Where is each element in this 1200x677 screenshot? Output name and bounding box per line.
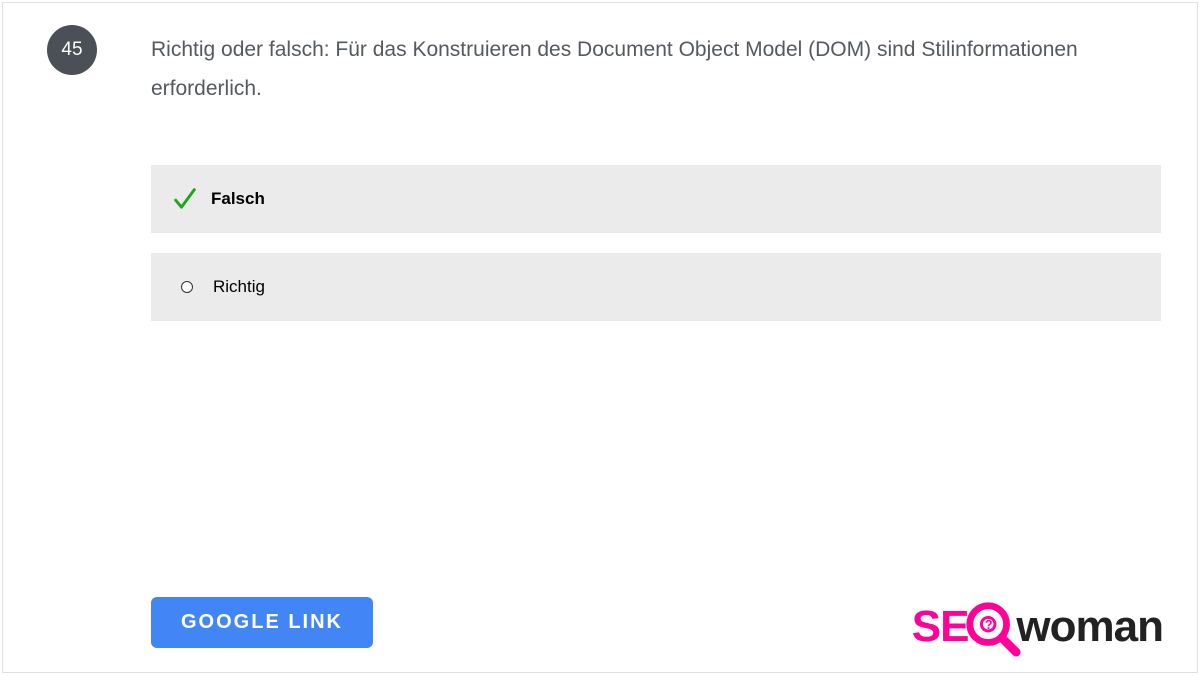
svg-text:?: ? [985, 618, 992, 632]
answer-option-richtig[interactable]: Richtig [151, 253, 1161, 321]
checkmark-icon [171, 185, 199, 213]
quiz-container: 45 Richtig oder falsch: Für das Konstrui… [2, 2, 1198, 673]
magnifier-icon: ? [966, 602, 1016, 652]
google-link-button[interactable]: GOOGLE LINK [151, 597, 373, 648]
question-number-badge: 45 [47, 25, 97, 75]
answer-label: Richtig [213, 277, 265, 297]
radio-unselected-icon [181, 281, 193, 293]
answers-list: Falsch Richtig [151, 165, 1161, 341]
logo-text-woman: woman [1016, 602, 1163, 652]
seowoman-logo: SE ? woman [912, 602, 1163, 652]
answer-label: Falsch [211, 189, 265, 209]
question-text: Richtig oder falsch: Für das Konstruiere… [151, 31, 1157, 109]
question-number: 45 [61, 39, 82, 61]
answer-option-falsch[interactable]: Falsch [151, 165, 1161, 233]
logo-text-se: SE [912, 602, 969, 652]
